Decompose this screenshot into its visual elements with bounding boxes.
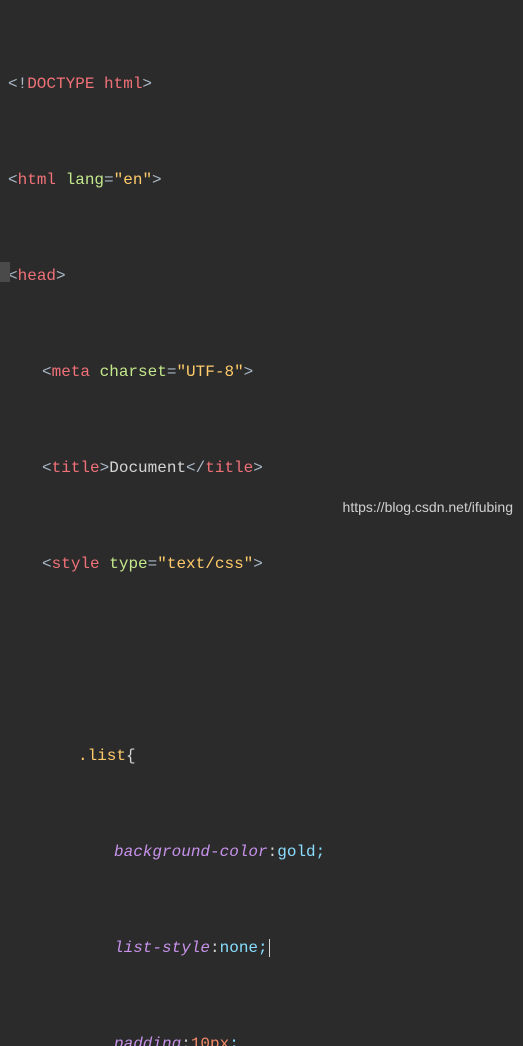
code-line[interactable]: background-color:gold; xyxy=(8,840,515,864)
tag-head: head xyxy=(18,264,56,288)
attr-charset-val: "UTF-8" xyxy=(176,360,243,384)
attr-lang: lang xyxy=(66,168,104,192)
css-val: gold xyxy=(277,840,315,864)
code-line[interactable]: list-style:none; xyxy=(8,936,515,960)
code-line[interactable]: padding:10px; xyxy=(8,1032,515,1046)
css-prop: padding xyxy=(114,1032,181,1046)
attr-lang-val: "en" xyxy=(114,168,152,192)
tag-style: style xyxy=(52,552,100,576)
tag-title: title xyxy=(52,456,100,480)
css-val: none xyxy=(220,936,258,960)
css-selector: .list xyxy=(78,744,126,768)
code-editor[interactable]: <!DOCTYPE html> <html lang="en"> <head> … xyxy=(0,0,523,1046)
code-line[interactable]: <!DOCTYPE html> xyxy=(8,72,515,96)
css-prop: list-style xyxy=(114,936,210,960)
tag-html: html xyxy=(18,168,56,192)
text-cursor xyxy=(269,939,270,957)
css-prop: background-color xyxy=(114,840,268,864)
code-line[interactable]: <meta charset="UTF-8"> xyxy=(8,360,515,384)
attr-type: type xyxy=(109,552,147,576)
code-line[interactable]: .list{ xyxy=(8,744,515,768)
attr-charset: charset xyxy=(100,360,167,384)
attr-type-val: "text/css" xyxy=(157,552,253,576)
css-val: 10px xyxy=(191,1032,229,1046)
code-line[interactable]: <html lang="en"> xyxy=(8,168,515,192)
gutter-marker xyxy=(0,262,10,282)
title-text: Document xyxy=(109,456,186,480)
code-line[interactable]: <style type="text/css"> xyxy=(8,552,515,576)
watermark-text: https://blog.csdn.net/ifubing xyxy=(343,499,513,515)
tag-meta: meta xyxy=(52,360,90,384)
doctype-text: DOCTYPE html xyxy=(27,72,142,96)
code-line[interactable]: <head> xyxy=(8,264,515,288)
code-line[interactable]: <title>Document</title> xyxy=(8,456,515,480)
code-line-blank[interactable] xyxy=(8,648,515,672)
